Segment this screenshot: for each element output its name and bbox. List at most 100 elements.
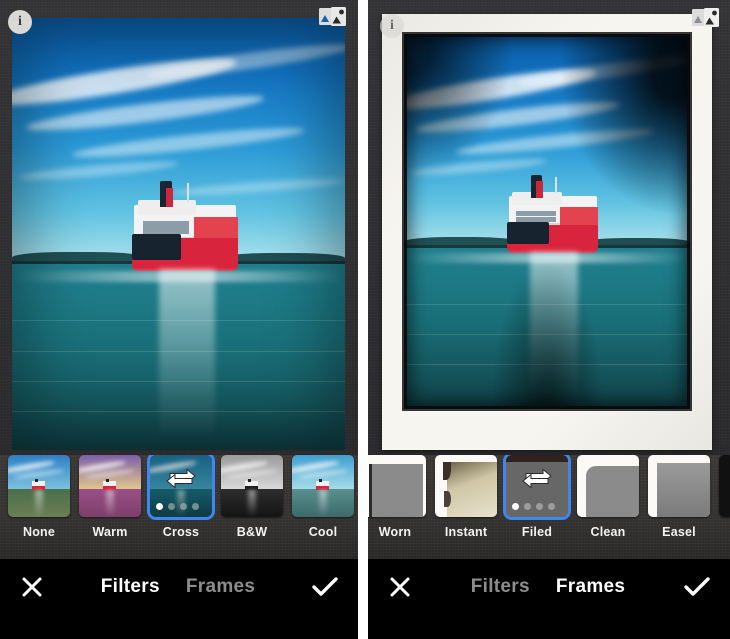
thumb-ship-funnel xyxy=(106,478,109,482)
frame-preview xyxy=(435,455,497,517)
frame-preview xyxy=(719,455,730,517)
frame-item-instant[interactable]: Instant xyxy=(435,455,497,539)
tab-filters[interactable]: Filters xyxy=(471,576,530,598)
filter-list: None Warm Cross B&W Cool xyxy=(8,455,358,559)
thumb-ship xyxy=(315,478,330,491)
frame-inner xyxy=(506,455,568,462)
thumb-preview xyxy=(221,455,283,517)
tab-frames[interactable]: Frames xyxy=(556,576,625,598)
filter-thumbnail xyxy=(292,455,354,517)
thumb-preview xyxy=(79,455,141,517)
filter-thumbnail-strip[interactable]: None Warm Cross B&W Cool xyxy=(0,455,358,559)
frame-label: Instant xyxy=(444,525,488,539)
frame-thumbnail xyxy=(368,455,426,517)
frame-thumbnail xyxy=(435,455,497,517)
thumb-preview xyxy=(292,455,354,517)
frame-label: Easel xyxy=(662,525,696,539)
thumb-reflection xyxy=(105,490,115,517)
ferry-ship xyxy=(506,175,599,254)
frame-preview xyxy=(577,455,639,517)
thumb-reflection xyxy=(318,490,328,517)
info-icon[interactable]: i xyxy=(380,14,404,38)
frame-item-worn[interactable]: Worn xyxy=(368,455,426,539)
filter-label: B&W xyxy=(236,525,268,539)
edited-photo-filters[interactable] xyxy=(12,18,345,450)
filter-item-cross[interactable]: Cross xyxy=(150,455,212,539)
thumb-preview xyxy=(8,455,70,517)
frame-label: Worn xyxy=(378,525,412,539)
frame-item-modern[interactable]: Mode xyxy=(719,455,730,539)
ship-red-side xyxy=(560,206,599,227)
frame-thumbnail xyxy=(577,455,639,517)
filter-thumbnail xyxy=(221,455,283,517)
photo-canvas-filters[interactable]: i xyxy=(0,0,358,455)
toolbar-row: Filters Frames xyxy=(368,559,730,615)
filter-label: Warm xyxy=(92,525,128,539)
filter-label: Cross xyxy=(162,525,200,539)
frame-item-easel[interactable]: Easel xyxy=(648,455,710,539)
close-button[interactable] xyxy=(0,575,64,599)
thumb-reflection xyxy=(34,490,44,517)
filter-item-bw[interactable]: B&W xyxy=(221,455,283,539)
thumb-ship xyxy=(244,478,259,491)
check-icon xyxy=(684,577,710,596)
compare-images-icon[interactable] xyxy=(319,7,347,33)
vignette xyxy=(12,18,345,450)
filter-label: Cool xyxy=(308,525,338,539)
ship-windows xyxy=(516,210,557,216)
dual-screenshot-stage: i None Warm Cross B&W Cool Filters Frame… xyxy=(0,0,730,639)
water-ripple xyxy=(404,334,690,335)
thumb-ship-funnel xyxy=(319,478,322,482)
confirm-button[interactable] xyxy=(292,574,358,600)
water-reflection xyxy=(529,251,579,402)
variant-dots xyxy=(156,503,199,510)
variant-dot xyxy=(524,503,531,510)
frame-inner xyxy=(657,463,710,517)
swap-refresh-icon xyxy=(164,465,198,498)
filter-thumbnail-selected xyxy=(150,455,212,517)
check-icon xyxy=(312,577,338,596)
ship-windows xyxy=(516,216,557,222)
photo-canvas-frames[interactable]: i xyxy=(368,0,730,455)
panel-divider xyxy=(358,0,368,639)
frame-item-clean[interactable]: Clean xyxy=(577,455,639,539)
variant-dot xyxy=(192,503,199,510)
variant-dots xyxy=(512,503,555,510)
tab-frames[interactable]: Frames xyxy=(186,576,255,598)
variant-dot xyxy=(512,503,519,510)
toolbar-tabs: Filters Frames xyxy=(64,576,292,598)
compare-images-icon[interactable] xyxy=(692,8,720,34)
filter-thumbnail xyxy=(79,455,141,517)
edited-photo-frames[interactable] xyxy=(404,34,690,409)
frame-item-filed[interactable]: Filed xyxy=(506,455,568,539)
water-ripple xyxy=(404,304,690,305)
frame-edge-wear xyxy=(369,464,372,517)
info-icon[interactable]: i xyxy=(8,10,32,34)
variant-dot xyxy=(180,503,187,510)
frame-thumbnail xyxy=(719,455,730,517)
variant-dot xyxy=(536,503,543,510)
filter-item-none[interactable]: None xyxy=(8,455,70,539)
filter-label: None xyxy=(22,525,56,539)
frame-preview xyxy=(648,455,710,517)
frame-thumbnail xyxy=(648,455,710,517)
ship-hull-dark xyxy=(506,221,550,245)
frames-screen: i Worn Instant Filed Clean Easel Filters… xyxy=(368,0,730,639)
toolbar-row: Filters Frames xyxy=(0,559,358,615)
ship-funnel-stripe xyxy=(536,181,543,198)
filter-item-warm[interactable]: Warm xyxy=(79,455,141,539)
close-button[interactable] xyxy=(368,575,432,599)
confirm-button[interactable] xyxy=(664,574,730,600)
tab-filters[interactable]: Filters xyxy=(101,576,160,598)
thumb-ship xyxy=(102,478,117,491)
variant-dot xyxy=(548,503,555,510)
variant-dot xyxy=(156,503,163,510)
framed-photo[interactable] xyxy=(382,14,712,450)
variant-dot xyxy=(168,503,175,510)
filter-item-cool[interactable]: Cool xyxy=(292,455,354,539)
close-icon xyxy=(390,577,410,597)
frame-thumbnail-strip[interactable]: Worn Instant Filed Clean Easel xyxy=(368,455,730,559)
thumb-ship-funnel xyxy=(35,478,38,482)
ship-mast xyxy=(554,176,557,194)
swap-refresh-icon xyxy=(520,465,554,498)
